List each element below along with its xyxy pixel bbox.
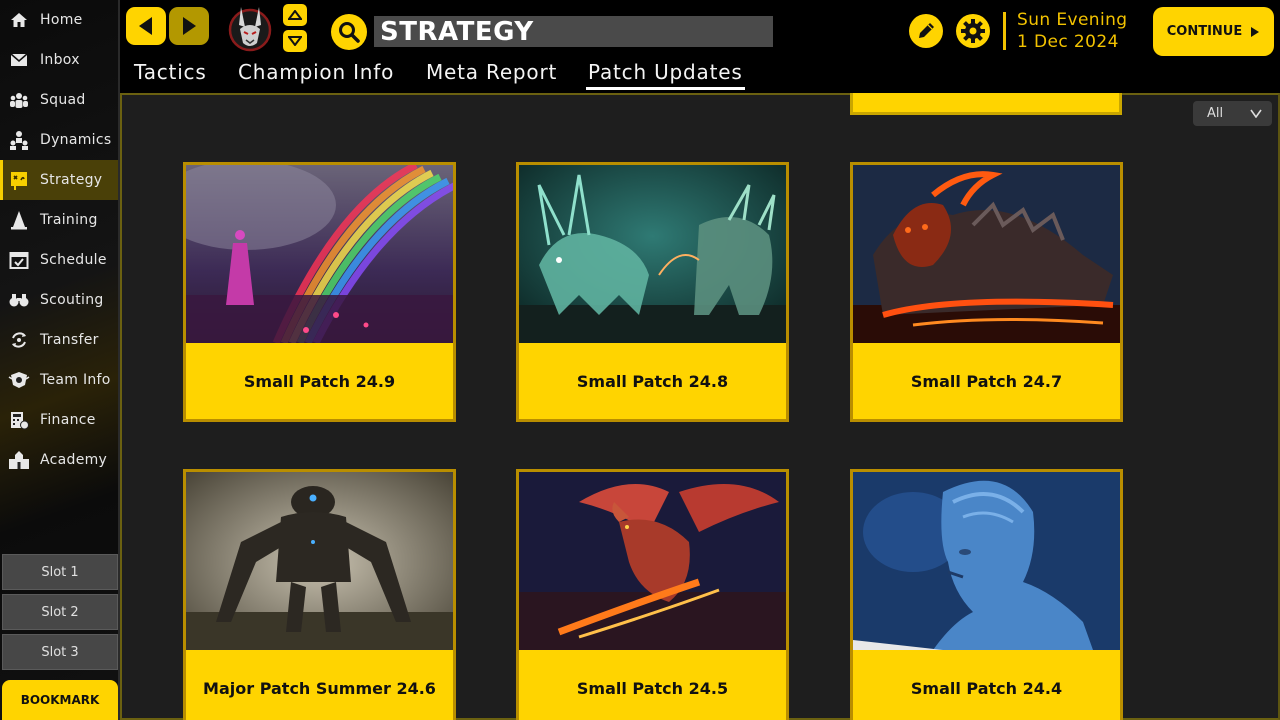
sidebar-item-label: Transfer [40, 332, 99, 348]
sidebar-item-label: Finance [40, 412, 96, 428]
patch-card-title: Major Patch Summer 24.6 [203, 678, 436, 698]
home-icon [8, 9, 30, 31]
group-icon [8, 89, 30, 111]
day-time-label: Sun Evening [1017, 10, 1128, 30]
partial-card[interactable] [850, 93, 1122, 115]
patch-card-image [186, 472, 453, 650]
finance-icon [8, 409, 30, 431]
patch-card-title: Small Patch 24.4 [910, 678, 1063, 698]
caret-down-icon [288, 36, 302, 46]
mail-icon [8, 49, 30, 71]
sidebar-item-label: Schedule [40, 252, 107, 268]
patch-card-title: Small Patch 24.9 [243, 371, 396, 391]
team-crest-icon [8, 369, 30, 391]
strategy-board-icon [8, 169, 30, 191]
continue-button[interactable]: CONTINUE [1153, 7, 1274, 56]
sidebar-item-label: Squad [40, 92, 86, 108]
patch-card-image [186, 165, 453, 343]
header-divider [1003, 12, 1006, 50]
sidebar-item-label: Dynamics [40, 132, 112, 148]
patch-card-title: Small Patch 24.8 [576, 371, 729, 391]
play-icon [1251, 26, 1260, 37]
sidebar-item-label: Scouting [40, 292, 104, 308]
bookmark-button[interactable]: BOOKMARK [2, 680, 118, 720]
sidebar-item-label: Inbox [40, 52, 80, 68]
gear-icon [961, 19, 985, 43]
academy-icon [8, 449, 30, 471]
tab-meta-report[interactable]: Meta Report [426, 60, 557, 84]
binoculars-icon [8, 289, 30, 311]
search-input[interactable]: STRATEGY [374, 16, 773, 47]
edit-button[interactable] [909, 14, 943, 48]
sidebar: Home Inbox Squad Dynamics Strategy Train… [0, 0, 120, 720]
forward-button[interactable] [169, 7, 209, 45]
sidebar-item-team-info[interactable]: Team Info [0, 360, 118, 400]
arrow-left-icon [139, 17, 152, 35]
patch-card-image [853, 472, 1120, 650]
sidebar-item-training[interactable]: Training [0, 200, 118, 240]
sidebar-item-label: Training [40, 212, 98, 228]
tab-tactics[interactable]: Tactics [134, 60, 207, 84]
save-slot-3-button[interactable]: Slot 3 [2, 634, 118, 670]
tab-champion-info[interactable]: Champion Info [238, 60, 394, 84]
filter-selected-value: All [1207, 106, 1224, 121]
patch-card[interactable]: Small Patch 24.7 [850, 162, 1123, 422]
patch-card-title: Small Patch 24.5 [576, 678, 729, 698]
save-slot-2-button[interactable]: Slot 2 [2, 594, 118, 630]
sidebar-item-finance[interactable]: Finance [0, 400, 118, 440]
patch-card-image [853, 165, 1120, 343]
patch-card[interactable]: Major Patch Summer 24.6 [183, 469, 456, 720]
settings-button[interactable] [956, 14, 990, 48]
team-logo [226, 3, 274, 53]
patch-card-title: Small Patch 24.7 [910, 371, 1063, 391]
sidebar-item-strategy[interactable]: Strategy [0, 160, 118, 200]
patch-card[interactable]: Small Patch 24.9 [183, 162, 456, 422]
tab-patch-updates[interactable]: Patch Updates [586, 60, 745, 90]
save-slot-1-button[interactable]: Slot 1 [2, 554, 118, 590]
sidebar-item-inbox[interactable]: Inbox [0, 40, 118, 80]
sidebar-item-schedule[interactable]: Schedule [0, 240, 118, 280]
sidebar-item-label: Strategy [40, 172, 103, 188]
patch-card-image [519, 165, 786, 343]
search-icon [339, 22, 360, 43]
pencil-icon [919, 23, 934, 38]
chevron-down-icon [1250, 109, 1262, 118]
sidebar-item-transfer[interactable]: Transfer [0, 320, 118, 360]
sidebar-item-label: Team Info [40, 372, 111, 388]
sidebar-item-label: Home [40, 12, 83, 28]
sidebar-item-dynamics[interactable]: Dynamics [0, 120, 118, 160]
sidebar-item-squad[interactable]: Squad [0, 80, 118, 120]
caret-up-icon [288, 10, 302, 20]
sidebar-item-academy[interactable]: Academy [0, 440, 118, 480]
back-button[interactable] [126, 7, 166, 45]
training-cone-icon [8, 209, 30, 231]
transfer-icon [8, 329, 30, 351]
scroll-up-button[interactable] [283, 4, 307, 26]
continue-label: CONTINUE [1166, 24, 1243, 39]
patch-card-image [519, 472, 786, 650]
sidebar-item-scouting[interactable]: Scouting [0, 280, 118, 320]
sidebar-item-home[interactable]: Home [0, 0, 118, 40]
search-button[interactable] [331, 14, 367, 50]
arrow-right-icon [183, 17, 196, 35]
date-label: 1 Dec 2024 [1017, 32, 1119, 52]
patch-card[interactable]: Small Patch 24.8 [516, 162, 789, 422]
patch-card[interactable]: Small Patch 24.5 [516, 469, 789, 720]
sidebar-item-label: Academy [40, 452, 108, 468]
filter-dropdown[interactable]: All [1193, 101, 1272, 126]
calendar-icon [8, 249, 30, 271]
scroll-down-button[interactable] [283, 30, 307, 52]
patch-card[interactable]: Small Patch 24.4 [850, 469, 1123, 720]
dynamics-icon [8, 129, 30, 151]
